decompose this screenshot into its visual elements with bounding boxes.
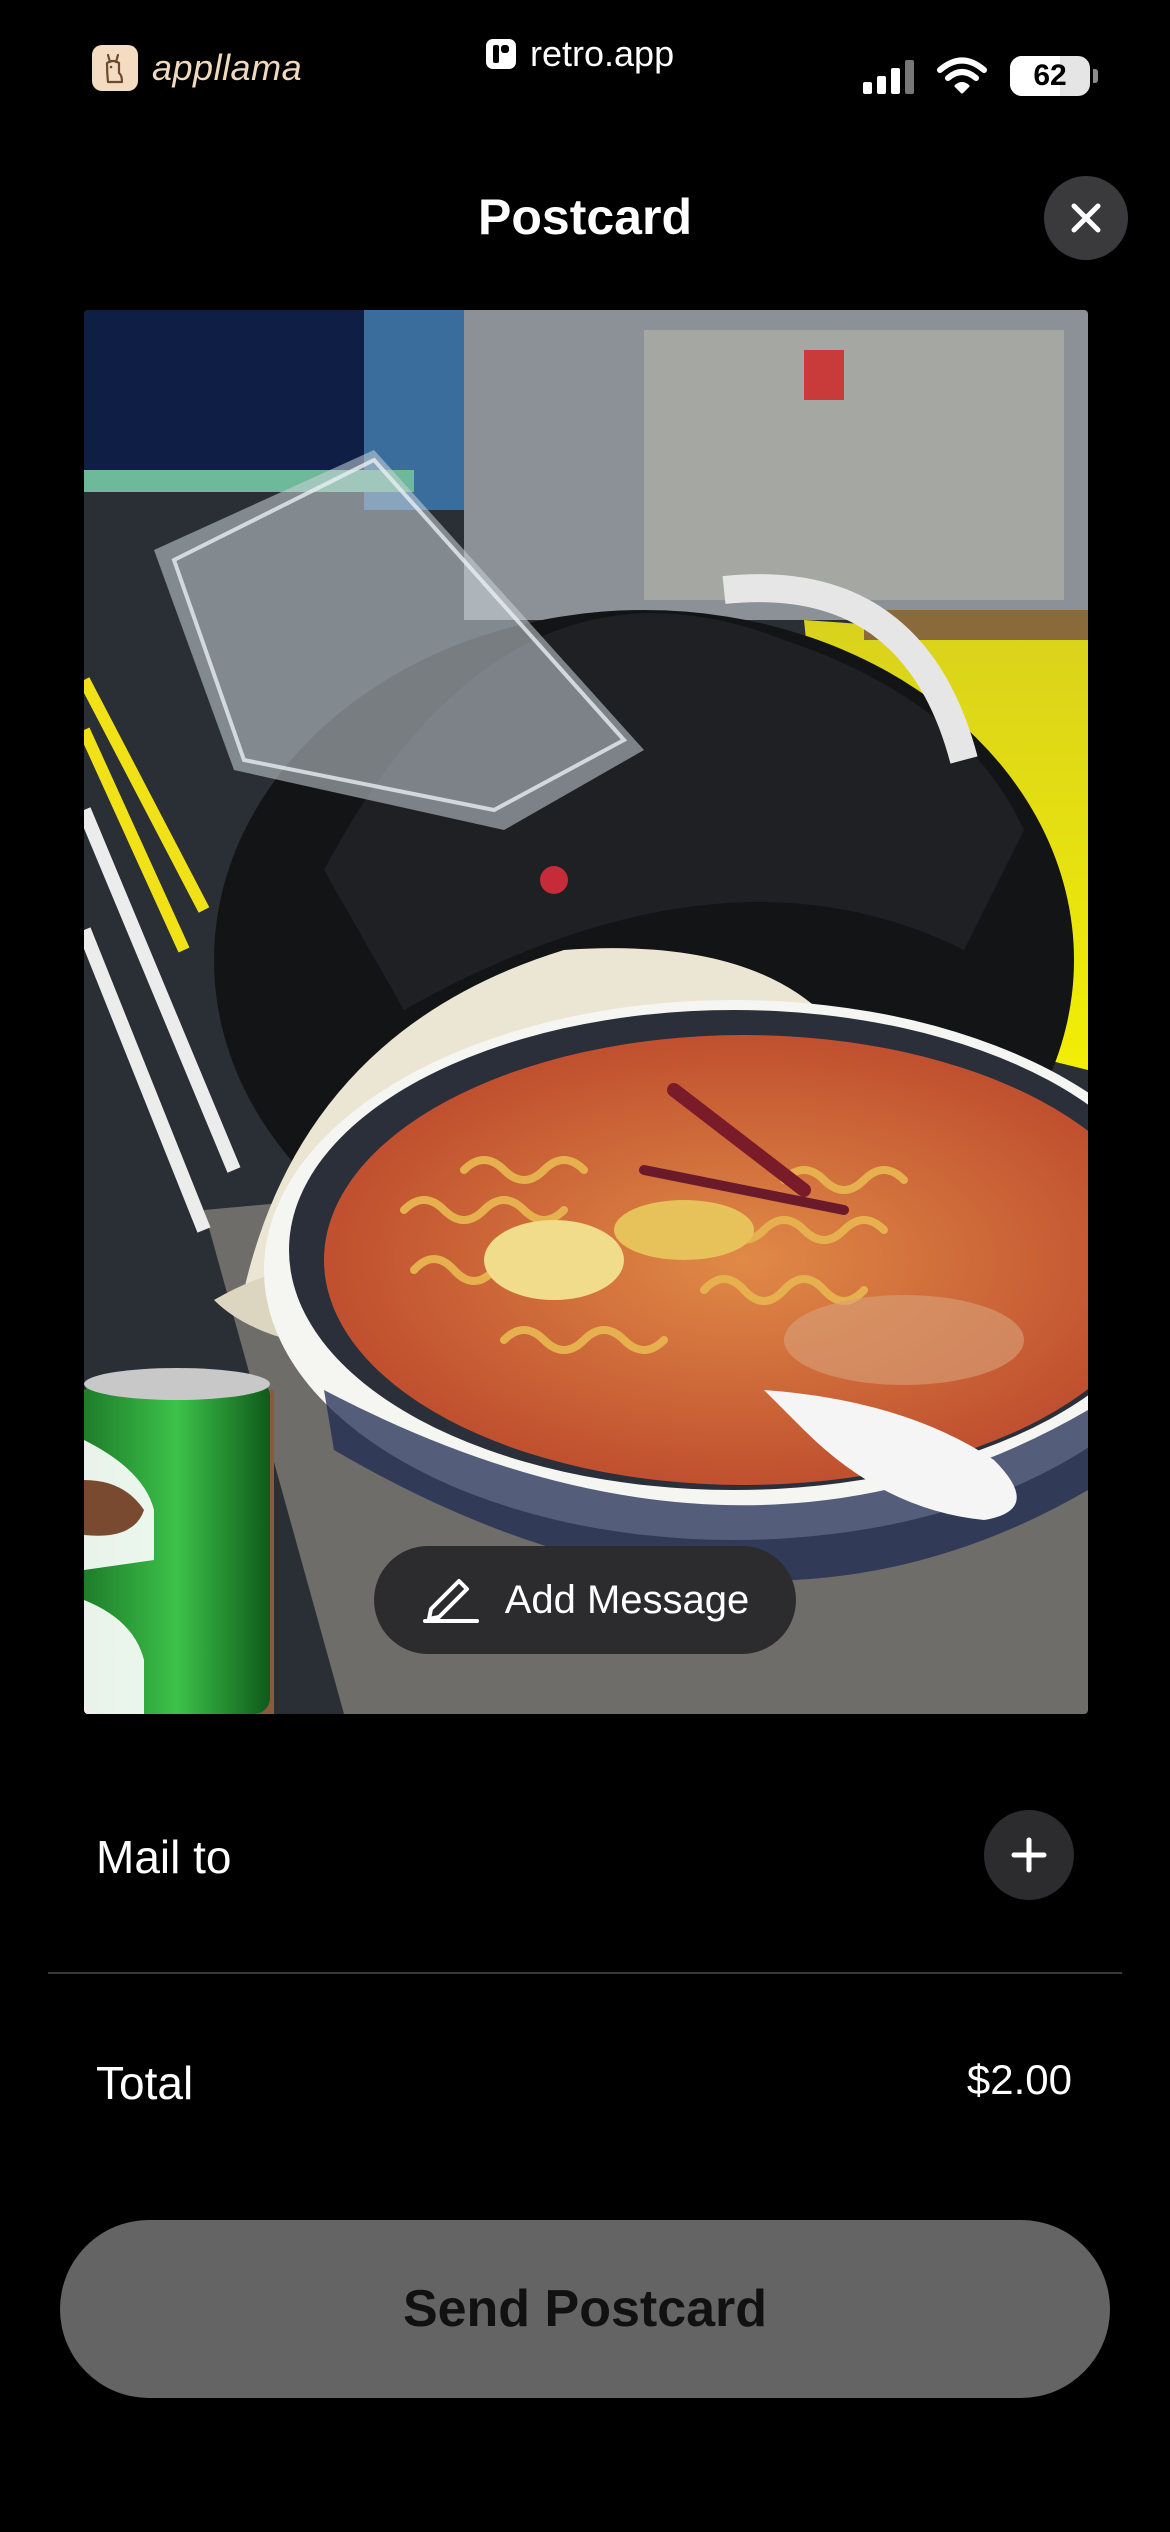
cellular-signal-icon [863,58,914,94]
postcard-screen: appllama retro.app 62 Postcard Add Messa… [0,0,1170,2532]
mail-to-row[interactable]: Mail to [48,1790,1122,1918]
plus-icon [1011,1837,1047,1873]
divider [48,1972,1122,1974]
brand-name: appllama [152,47,303,88]
add-recipient-button[interactable] [984,1810,1074,1900]
send-postcard-label: Send Postcard [402,2280,768,2338]
send-postcard-button[interactable]: Send Postcard [60,2220,1110,2398]
battery-icon: 62 [1010,56,1098,96]
total-price: $2.00 [966,2056,1072,2103]
system-icons: 62 [863,54,1098,98]
close-icon [1071,203,1101,233]
retro-app-icon [486,39,516,69]
add-message-label: Add Message [504,1577,750,1622]
photo-illustration [84,310,1088,1714]
llama-logo-icon [92,45,138,91]
wifi-icon [937,57,987,94]
status-bar: appllama retro.app 62 [0,0,1170,140]
pencil-icon [422,1579,479,1623]
battery-percent: 62 [1033,59,1067,92]
page-title: Postcard [478,189,692,245]
mail-to-label: Mail to [96,1831,232,1883]
brand: appllama [92,44,302,92]
close-button[interactable] [1044,176,1128,260]
postcard-photo[interactable]: Add Message [84,310,1088,1714]
site-name: retro.app [530,33,675,74]
site-indicator: retro.app [484,32,674,76]
total-label: Total [96,2057,194,2109]
add-message-button[interactable]: Add Message [374,1546,796,1654]
